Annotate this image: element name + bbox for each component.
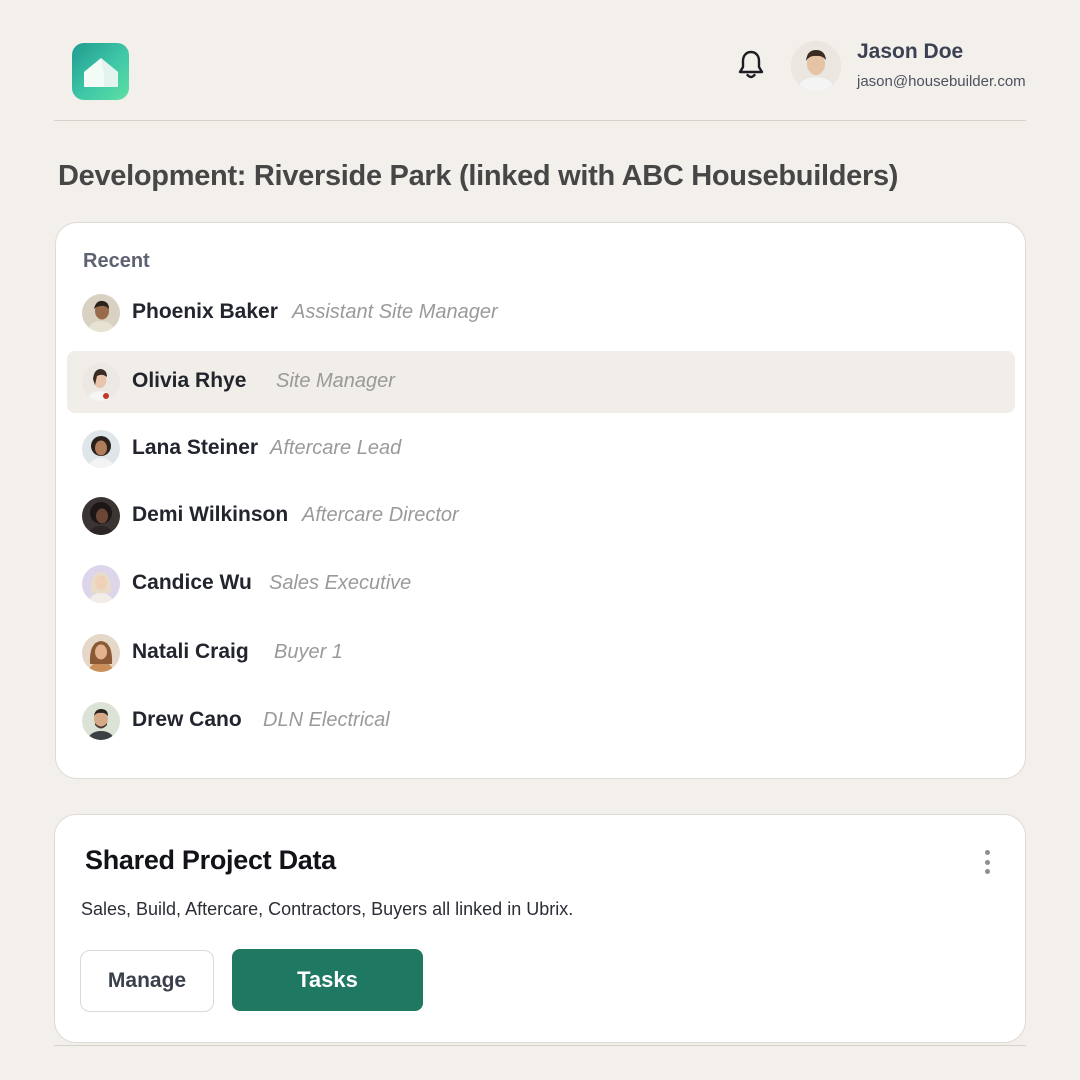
user-avatar[interactable]	[791, 41, 841, 91]
recent-person-row[interactable]: Olivia Rhye Site Manager	[67, 351, 1015, 413]
footer-divider	[54, 1045, 1026, 1046]
recent-person-row[interactable]: Lana Steiner Aftercare Lead	[67, 418, 1015, 480]
person-role: Buyer 1	[274, 641, 343, 663]
header-divider	[54, 120, 1026, 121]
page-title: Development: Riverside Park (linked with…	[58, 160, 899, 192]
person-role: Aftercare Lead	[270, 437, 402, 459]
avatar-image	[791, 41, 841, 91]
person-role: Assistant Site Manager	[292, 301, 498, 323]
more-vertical-icon	[984, 859, 990, 865]
person-name: Natali Craig	[132, 640, 249, 663]
app-logo[interactable]	[72, 43, 129, 100]
shared-project-description: Sales, Build, Aftercare, Contractors, Bu…	[81, 899, 574, 919]
user-name: Jason Doe	[857, 40, 964, 63]
person-role: Sales Executive	[269, 572, 412, 594]
tasks-button[interactable]: Tasks	[232, 949, 423, 1011]
person-name: Demi Wilkinson	[132, 503, 289, 526]
notification-button[interactable]	[736, 48, 766, 82]
person-name: Phoenix Baker	[132, 300, 278, 323]
recent-person-row[interactable]: Natali Craig Buyer 1	[67, 622, 1015, 684]
more-vertical-icon	[984, 869, 990, 874]
manage-button[interactable]: Manage	[80, 950, 214, 1012]
person-role: DLN Electrical	[263, 709, 390, 731]
avatar	[82, 430, 120, 468]
page: Jason Doe jason@housebuilder.com Develop…	[0, 0, 1080, 1080]
person-name: Lana Steiner	[132, 436, 259, 459]
person-name: Drew Cano	[132, 708, 242, 731]
house-icon	[83, 57, 118, 87]
avatar	[82, 634, 120, 672]
recent-person-row[interactable]: Demi Wilkinson Aftercare Director	[67, 485, 1015, 547]
recent-person-row[interactable]: Phoenix Baker Assistant Site Manager	[67, 282, 1015, 344]
avatar	[82, 565, 120, 603]
recent-heading: Recent	[83, 250, 150, 272]
shared-project-card: Shared Project Data Sales, Build, Afterc…	[54, 814, 1026, 1043]
more-vertical-icon	[984, 850, 990, 855]
avatar	[82, 702, 120, 740]
recent-person-row[interactable]: Drew Cano DLN Electrical	[67, 690, 1015, 752]
bell-icon	[738, 50, 764, 79]
recent-person-row[interactable]: Candice Wu Sales Executive	[67, 553, 1015, 615]
avatar	[82, 363, 120, 401]
person-name: Candice Wu	[132, 571, 252, 594]
avatar	[82, 497, 120, 535]
person-name: Olivia Rhye	[132, 369, 247, 392]
user-email: jason@housebuilder.com	[857, 73, 1026, 90]
person-role: Site Manager	[276, 370, 395, 392]
person-role: Aftercare Director	[302, 504, 459, 526]
avatar	[82, 294, 120, 332]
recent-card: Recent Phoenix Baker Assistant Site Mana…	[55, 222, 1026, 779]
shared-project-title: Shared Project Data	[85, 845, 336, 875]
more-options-button[interactable]	[975, 847, 999, 877]
